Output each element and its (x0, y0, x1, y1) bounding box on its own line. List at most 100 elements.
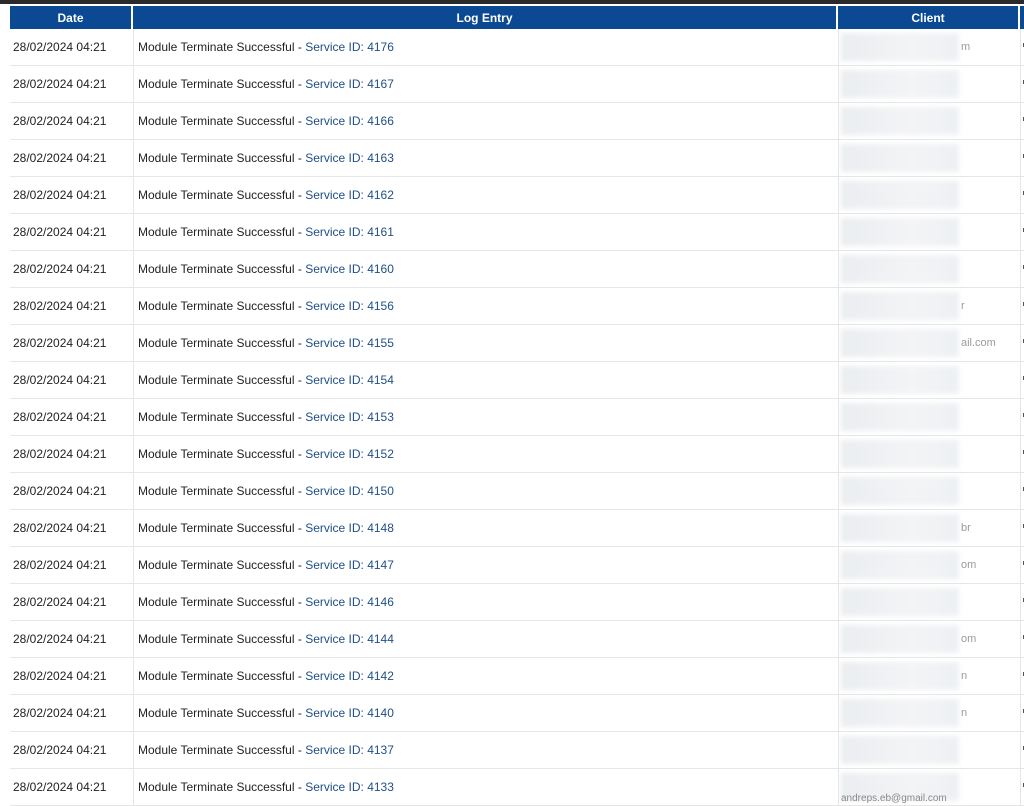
client-email-fragment: n (961, 670, 968, 682)
log-date: 28/02/2024 04:21 (10, 29, 133, 66)
service-id-link[interactable]: Service ID: 4163 (305, 151, 394, 165)
row-actions-cell (1020, 436, 1024, 473)
log-date: 28/02/2024 04:21 (10, 658, 133, 695)
table-row: 28/02/2024 04:21 Module Terminate Success… (10, 658, 1024, 695)
table-row: 28/02/2024 04:21 Module Terminate Success… (10, 769, 1024, 806)
service-id-link[interactable]: Service ID: 4153 (305, 410, 394, 424)
client-cell[interactable] (838, 436, 1020, 473)
log-entry-text: Module Terminate Successful - (138, 595, 306, 609)
log-entry-text: Module Terminate Successful - (138, 447, 306, 461)
table-row: 28/02/2024 04:21 Module Terminate Success… (10, 29, 1024, 66)
client-cell[interactable] (838, 584, 1020, 621)
log-entry-text: Module Terminate Successful - (138, 225, 306, 239)
service-id-link[interactable]: Service ID: 4140 (305, 706, 394, 720)
client-redacted-blur (841, 514, 959, 542)
service-id-link[interactable]: Service ID: 4167 (305, 77, 394, 91)
client-cell[interactable] (838, 362, 1020, 399)
service-id-link[interactable]: Service ID: 4137 (305, 743, 394, 757)
service-id-link[interactable]: Service ID: 4142 (305, 669, 394, 683)
log-date: 28/02/2024 04:21 (10, 769, 133, 806)
client-cell[interactable]: om (838, 547, 1020, 584)
client-redacted-blur (841, 625, 959, 653)
column-header-log-entry[interactable]: Log Entry (133, 6, 838, 29)
log-entry-text: Module Terminate Successful - (138, 484, 306, 498)
table-row: 28/02/2024 04:21 Module Terminate Success… (10, 510, 1024, 547)
log-entry-text: Module Terminate Successful - (138, 40, 306, 54)
client-cell[interactable] (838, 177, 1020, 214)
service-id-link[interactable]: Service ID: 4161 (305, 225, 394, 239)
log-entry-text: Module Terminate Successful - (138, 373, 306, 387)
table-row: 28/02/2024 04:21 Module Terminate Success… (10, 695, 1024, 732)
client-redacted-blur (841, 107, 959, 135)
log-entry: Module Terminate Successful - Service ID… (133, 436, 838, 473)
client-cell[interactable]: br (838, 510, 1020, 547)
client-redacted-blur (841, 218, 959, 246)
client-cell[interactable] (838, 66, 1020, 103)
service-id-link[interactable]: Service ID: 4155 (305, 336, 394, 350)
column-header-date[interactable]: Date (10, 6, 133, 29)
log-date: 28/02/2024 04:21 (10, 288, 133, 325)
client-redacted-blur (841, 144, 959, 172)
table-body: 28/02/2024 04:21 Module Terminate Success… (10, 29, 1024, 806)
service-id-link[interactable]: Service ID: 4160 (305, 262, 394, 276)
service-id-link[interactable]: Service ID: 4154 (305, 373, 394, 387)
log-date: 28/02/2024 04:21 (10, 177, 133, 214)
table-row: 28/02/2024 04:21 Module Terminate Success… (10, 362, 1024, 399)
client-cell[interactable] (838, 214, 1020, 251)
client-cell[interactable] (838, 251, 1020, 288)
service-id-link[interactable]: Service ID: 4146 (305, 595, 394, 609)
client-cell[interactable]: n (838, 695, 1020, 732)
client-email-fragment: om (961, 633, 977, 645)
client-cell[interactable]: om (838, 621, 1020, 658)
client-cell[interactable]: n (838, 658, 1020, 695)
client-cell[interactable]: r (838, 288, 1020, 325)
service-id-link[interactable]: Service ID: 4162 (305, 188, 394, 202)
log-date: 28/02/2024 04:21 (10, 214, 133, 251)
client-email-fragment: ail.com (961, 337, 996, 349)
log-date: 28/02/2024 04:21 (10, 473, 133, 510)
log-entry: Module Terminate Successful - Service ID… (133, 251, 838, 288)
table-row: 28/02/2024 04:21 Module Terminate Success… (10, 177, 1024, 214)
service-id-link[interactable]: Service ID: 4133 (305, 780, 394, 794)
log-entry-text: Module Terminate Successful - (138, 336, 306, 350)
log-date: 28/02/2024 04:21 (10, 399, 133, 436)
client-cell[interactable] (838, 140, 1020, 177)
client-cell[interactable] (838, 399, 1020, 436)
client-cell[interactable] (838, 473, 1020, 510)
service-id-link[interactable]: Service ID: 4156 (305, 299, 394, 313)
table-row: 28/02/2024 04:21 Module Terminate Success… (10, 399, 1024, 436)
client-cell[interactable] (838, 103, 1020, 140)
row-actions-cell (1020, 251, 1024, 288)
log-date: 28/02/2024 04:21 (10, 251, 133, 288)
service-id-link[interactable]: Service ID: 4152 (305, 447, 394, 461)
log-entry-text: Module Terminate Successful - (138, 299, 306, 313)
service-id-link[interactable]: Service ID: 4147 (305, 558, 394, 572)
table-row: 28/02/2024 04:21 Module Terminate Success… (10, 66, 1024, 103)
row-actions-cell (1020, 732, 1024, 769)
column-header-extra (1020, 6, 1024, 29)
service-id-link[interactable]: Service ID: 4166 (305, 114, 394, 128)
client-cell[interactable] (838, 732, 1020, 769)
log-date: 28/02/2024 04:21 (10, 732, 133, 769)
client-cell[interactable]: m (838, 29, 1020, 66)
column-header-client[interactable]: Client (838, 6, 1020, 29)
table-row: 28/02/2024 04:21 Module Terminate Success… (10, 251, 1024, 288)
log-date: 28/02/2024 04:21 (10, 436, 133, 473)
client-email-fragment: m (961, 41, 971, 53)
client-redacted-blur (841, 551, 959, 579)
client-cell[interactable]: andreps.eb@gmail.com (838, 769, 1020, 806)
service-id-link[interactable]: Service ID: 4144 (305, 632, 394, 646)
log-entry-text: Module Terminate Successful - (138, 706, 306, 720)
log-entry: Module Terminate Successful - Service ID… (133, 473, 838, 510)
log-entry-text: Module Terminate Successful - (138, 743, 306, 757)
log-entry-text: Module Terminate Successful - (138, 521, 306, 535)
log-entry-text: Module Terminate Successful - (138, 780, 306, 794)
log-entry-text: Module Terminate Successful - (138, 77, 306, 91)
client-cell[interactable]: ail.com (838, 325, 1020, 362)
log-entry: Module Terminate Successful - Service ID… (133, 140, 838, 177)
service-id-link[interactable]: Service ID: 4150 (305, 484, 394, 498)
log-entry: Module Terminate Successful - Service ID… (133, 584, 838, 621)
client-email-fragment: om (961, 559, 977, 571)
service-id-link[interactable]: Service ID: 4176 (305, 40, 394, 54)
service-id-link[interactable]: Service ID: 4148 (305, 521, 394, 535)
